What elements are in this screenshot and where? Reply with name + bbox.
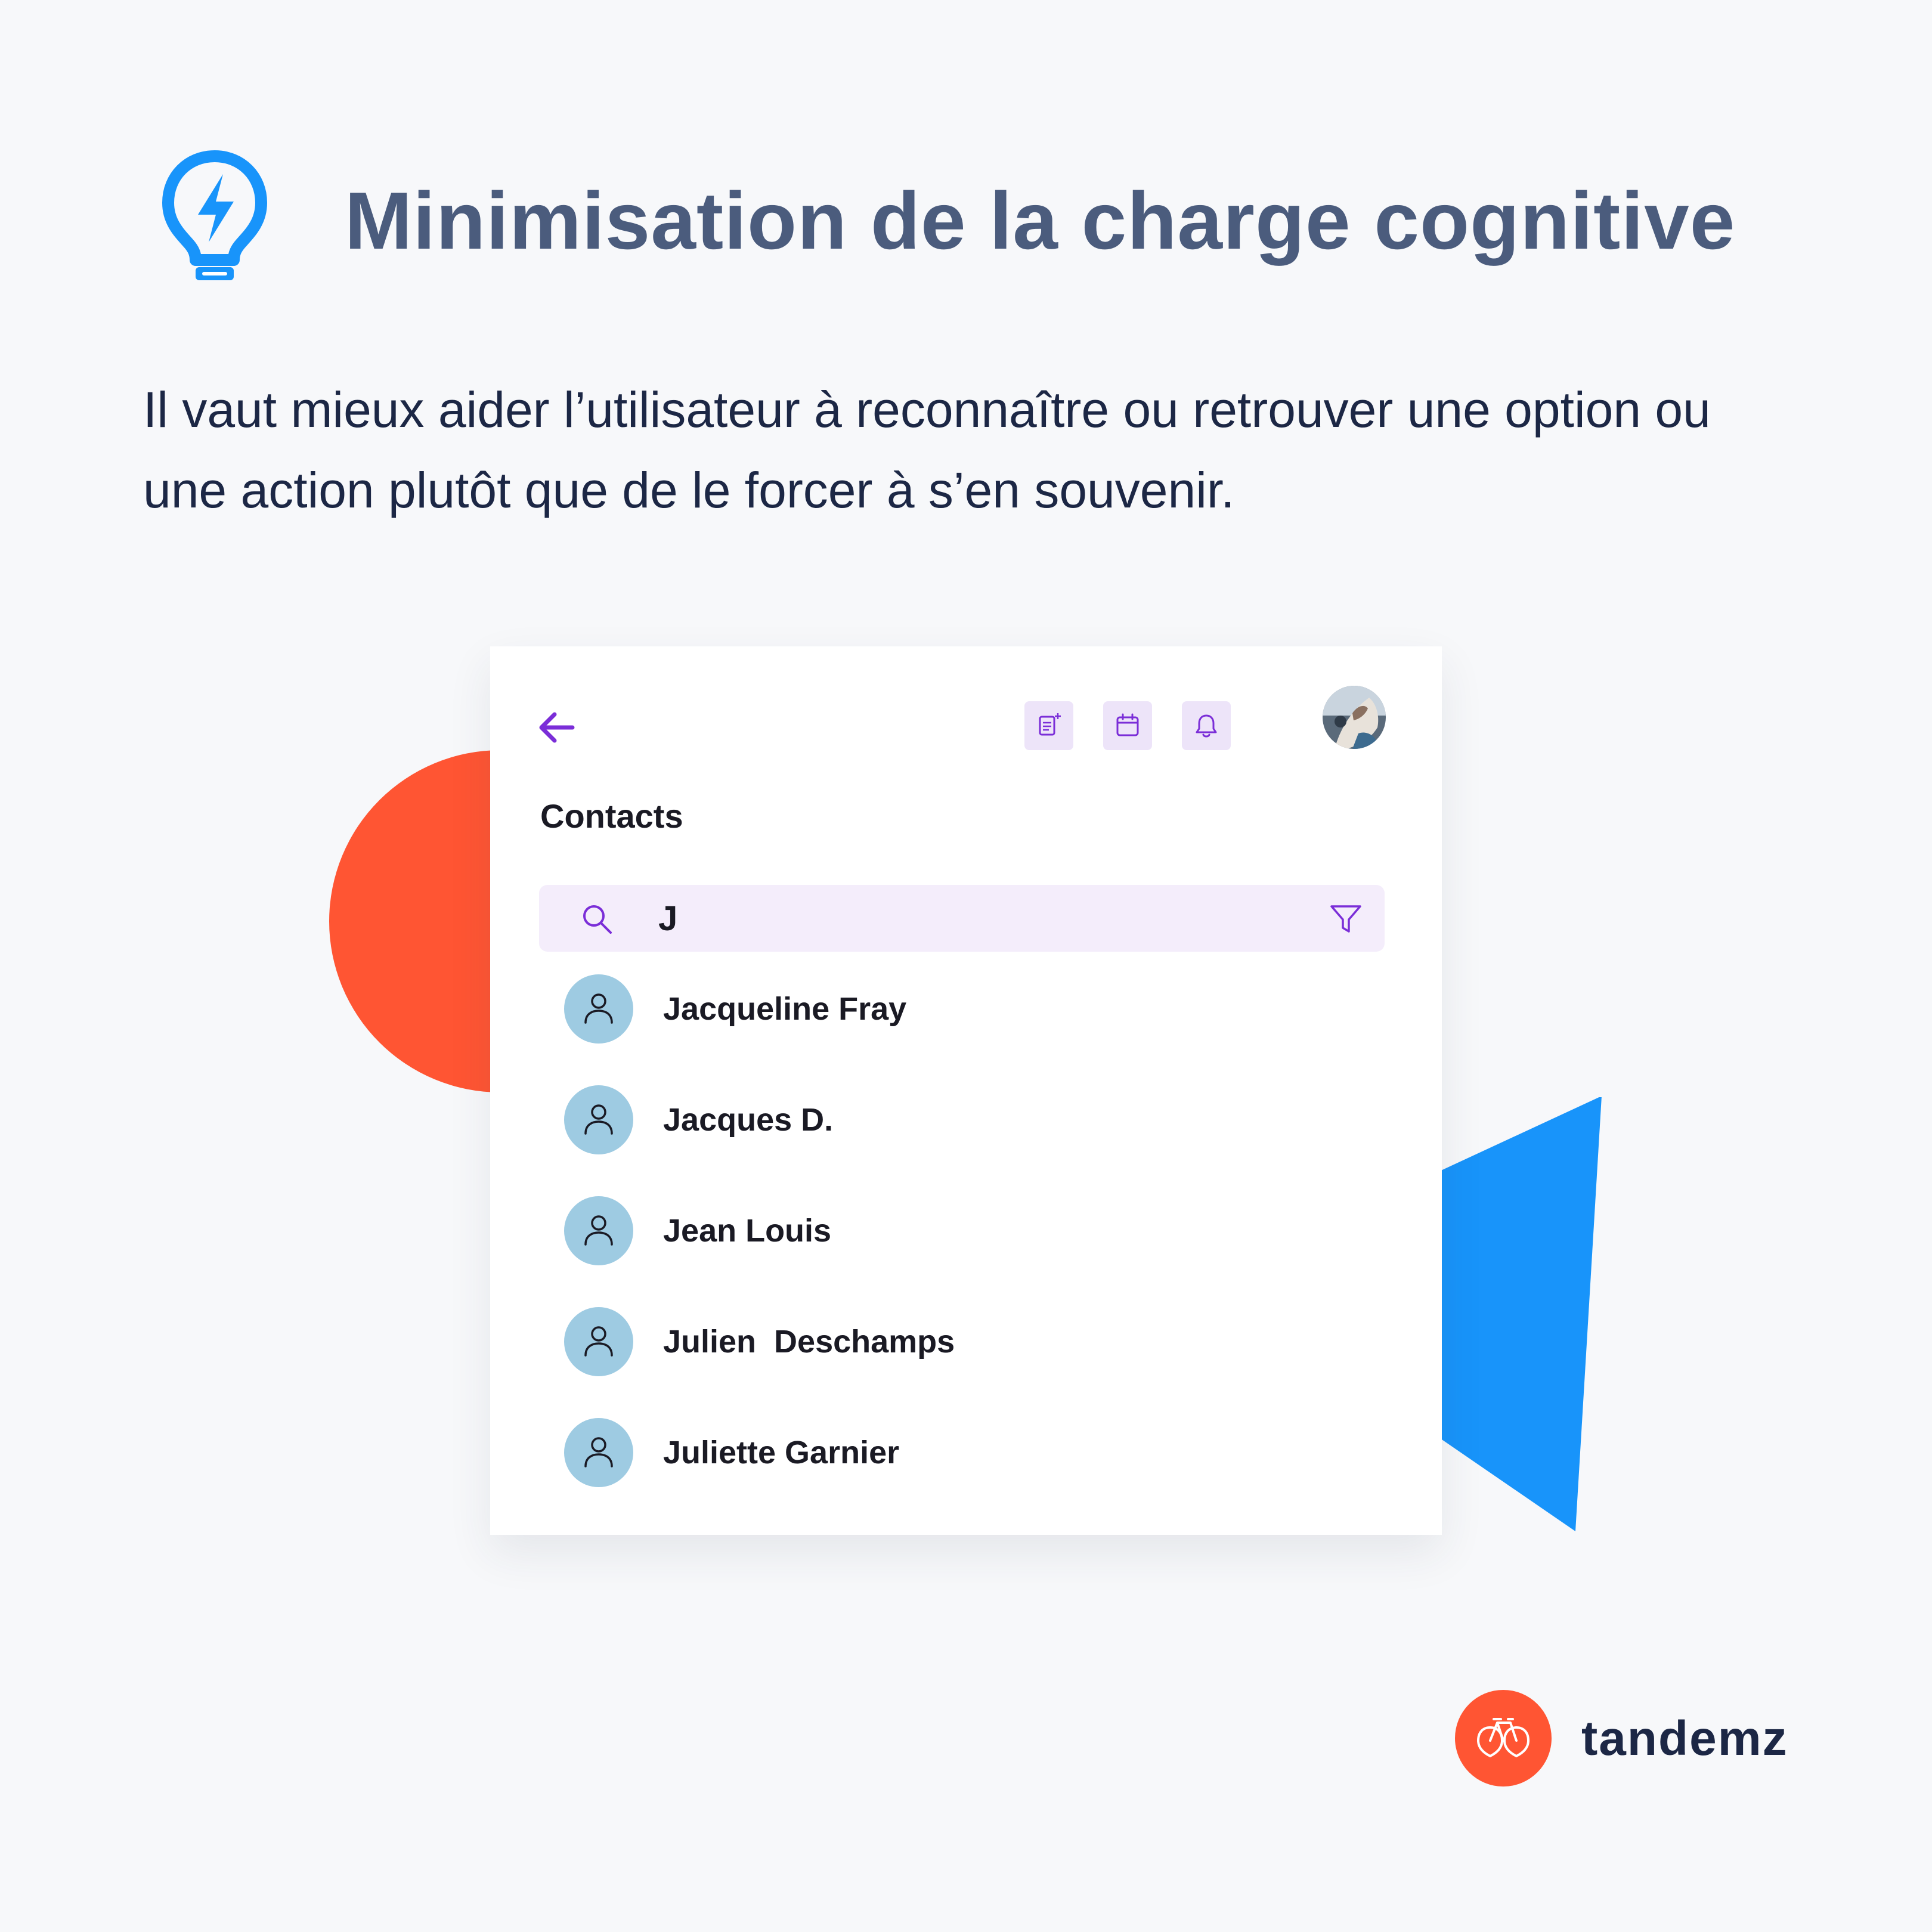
decorative-triangle (1419, 1097, 1602, 1531)
brand-name: tandemz (1581, 1711, 1788, 1766)
contact-list-item[interactable]: Jacqueline Fray (564, 974, 1339, 1044)
user-photo (1323, 686, 1386, 749)
notifications-button[interactable] (1182, 701, 1231, 750)
user-avatar[interactable] (1323, 686, 1386, 749)
contact-avatar (564, 1085, 633, 1154)
person-icon (584, 993, 613, 1024)
calendar-button[interactable] (1103, 701, 1152, 750)
brand-logo (1455, 1690, 1552, 1787)
search-input[interactable] (658, 894, 1255, 942)
contact-name: Jacqueline Fray (663, 991, 907, 1027)
contact-name: Juliette Garnier (663, 1435, 900, 1470)
person-icon (584, 1104, 613, 1135)
contact-avatar (564, 1196, 633, 1265)
person-icon (584, 1215, 613, 1246)
contact-avatar (564, 1307, 633, 1376)
filter-icon[interactable] (1329, 902, 1363, 936)
calendar-icon (1116, 713, 1139, 736)
search-bar (539, 885, 1385, 952)
search-icon (583, 905, 612, 934)
person-icon (584, 1437, 613, 1467)
contacts-app-card: Contacts Jacqueline Fray (490, 646, 1442, 1535)
page-title: Minimisation de la charge cognitive (345, 175, 1736, 266)
contact-list-item[interactable]: Julien Deschamps (564, 1307, 1339, 1376)
new-note-button[interactable] (1024, 701, 1073, 750)
bell-icon (1196, 714, 1217, 738)
person-icon (584, 1326, 613, 1357)
contacts-heading: Contacts (540, 797, 683, 835)
contact-avatar (564, 1418, 633, 1487)
contact-list-item[interactable]: Juliette Garnier (564, 1418, 1339, 1487)
tandem-bike-icon (1476, 1718, 1530, 1758)
lightbulb-icon (162, 150, 267, 280)
contact-list-item[interactable]: Jean Louis (564, 1196, 1339, 1265)
contact-name: Julien Deschamps (663, 1324, 955, 1360)
new-note-icon (1039, 713, 1061, 736)
back-arrow-icon[interactable] (535, 706, 578, 749)
contact-list-item[interactable]: Jacques D. (564, 1085, 1339, 1154)
contact-name: Jacques D. (663, 1102, 834, 1138)
contact-avatar (564, 974, 633, 1044)
page-subtitle: Il vaut mieux aider l’utilisateur à reco… (143, 382, 1711, 518)
contact-name: Jean Louis (663, 1213, 832, 1249)
